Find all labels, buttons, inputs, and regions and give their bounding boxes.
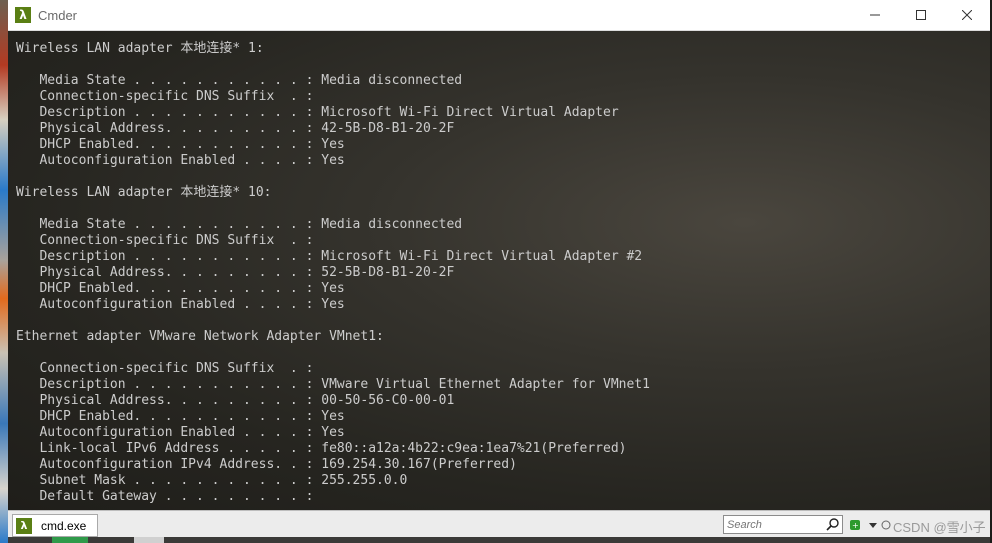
cmder-window: λ Cmder Wireless LAN adapter 本地连接* 1: Me… (8, 0, 990, 543)
minimize-icon (870, 14, 880, 16)
console-line: Autoconfiguration Enabled . . . . : Yes (16, 425, 345, 440)
search-icon[interactable] (826, 517, 840, 531)
tab-cmd[interactable]: λ cmd.exe (12, 514, 98, 537)
search-box[interactable] (723, 515, 843, 534)
new-console-button[interactable]: + (848, 517, 866, 533)
console-line: DHCP Enabled. . . . . . . . . . . : Yes (16, 409, 345, 424)
minimize-button[interactable] (852, 0, 898, 30)
status-icon (881, 520, 891, 530)
lambda-tab-icon: λ (16, 517, 32, 534)
console-line: Description . . . . . . . . . . . : VMwa… (16, 377, 650, 392)
console-line: Connection-specific DNS Suffix . : (16, 233, 314, 248)
console-line: Description . . . . . . . . . . . : Micr… (16, 249, 643, 264)
close-icon (962, 10, 972, 20)
console-line: Physical Address. . . . . . . . . : 52-5… (16, 265, 455, 280)
console-line: Autoconfiguration Enabled . . . . : Yes (16, 153, 345, 168)
dropdown-arrow-button[interactable] (868, 517, 878, 533)
console-output[interactable]: Wireless LAN adapter 本地连接* 1: Media Stat… (8, 31, 990, 510)
maximize-icon (916, 10, 926, 20)
console-line: Physical Address. . . . . . . . . : 42-5… (16, 121, 455, 136)
chevron-down-icon (869, 523, 877, 528)
console-line: Default Gateway . . . . . . . . . : (16, 489, 314, 504)
console-line: DHCP Enabled. . . . . . . . . . . : Yes (16, 281, 345, 296)
console-line: Subnet Mask . . . . . . . . . . . : 255.… (16, 473, 408, 488)
maximize-button[interactable] (898, 0, 944, 30)
taskbar-app-icon[interactable] (134, 537, 164, 543)
console-text: Wireless LAN adapter 本地连接* 1: Media Stat… (16, 41, 650, 505)
title-bar[interactable]: λ Cmder (8, 0, 990, 31)
taskbar-app-icon[interactable] (52, 537, 88, 543)
svg-text:+: + (852, 521, 859, 530)
close-button[interactable] (944, 0, 990, 30)
console-line: Media State . . . . . . . . . . . : Medi… (16, 73, 463, 88)
lock-status-button[interactable] (880, 517, 892, 533)
console-line: Ethernet adapter VMware Network Adapter … (16, 329, 384, 344)
console-line: Autoconfiguration IPv4 Address. . : 169.… (16, 457, 517, 472)
console-line: Connection-specific DNS Suffix . : (16, 89, 314, 104)
console-line: Description . . . . . . . . . . . : Micr… (16, 105, 619, 120)
desktop-background-strip (0, 0, 8, 543)
console-line: Connection-specific DNS Suffix . : (16, 361, 314, 376)
console-line: Autoconfiguration Enabled . . . . : Yes (16, 297, 345, 312)
new-console-icon: + (850, 520, 860, 530)
console-line: Wireless LAN adapter 本地连接* 10: (16, 185, 272, 200)
console-line: Link-local IPv6 Address . . . . . : fe80… (16, 441, 627, 456)
tab-label: cmd.exe (41, 518, 87, 533)
tab-bar: λ cmd.exe + CSDN @雪小子 (8, 510, 990, 538)
search-input[interactable] (724, 516, 825, 533)
watermark-text: CSDN @雪小子 (893, 520, 986, 535)
lambda-app-icon: λ (15, 7, 31, 23)
console-line: DHCP Enabled. . . . . . . . . . . : Yes (16, 137, 345, 152)
window-title: Cmder (38, 8, 78, 23)
console-line: Physical Address. . . . . . . . . : 00-5… (16, 393, 455, 408)
console-line: Media State . . . . . . . . . . . : Medi… (16, 217, 463, 232)
console-line: Wireless LAN adapter 本地连接* 1: (16, 41, 264, 56)
